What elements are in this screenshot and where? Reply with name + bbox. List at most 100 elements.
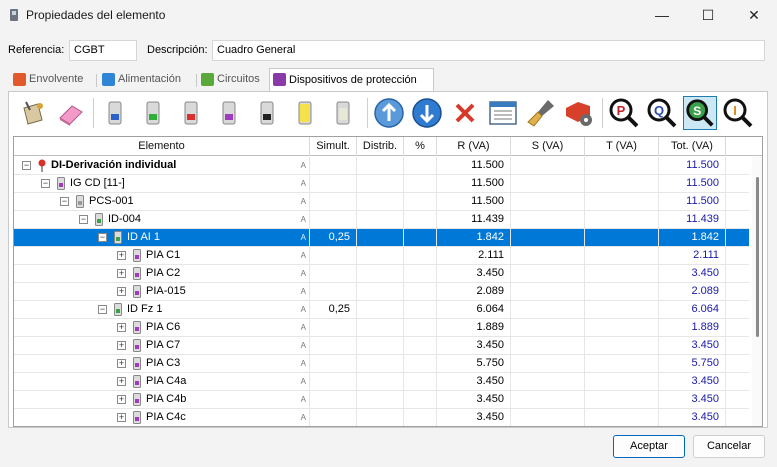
cell-distrib[interactable]: [357, 265, 404, 283]
cell-percent[interactable]: [404, 301, 437, 319]
table-row[interactable]: − ID-004 A 11.439 11.439: [14, 211, 749, 229]
cell-r-va[interactable]: 11.500: [437, 157, 511, 175]
cell-percent[interactable]: [404, 319, 437, 337]
cell-r-va[interactable]: 2.089: [437, 283, 511, 301]
cell-t-va[interactable]: [585, 373, 659, 391]
cell-t-va[interactable]: [585, 355, 659, 373]
cell-distrib[interactable]: [357, 373, 404, 391]
tab-alimentacion[interactable]: Alimentación: [99, 69, 195, 91]
cell-t-va[interactable]: [585, 337, 659, 355]
cell-s-va[interactable]: [511, 175, 585, 193]
close-button[interactable]: ✕: [731, 0, 777, 30]
expand-icon[interactable]: +: [117, 287, 126, 296]
cell-percent[interactable]: [404, 337, 437, 355]
cell-r-va[interactable]: 3.450: [437, 265, 511, 283]
device-black-icon[interactable]: [250, 96, 284, 130]
header-elemento[interactable]: Elemento: [14, 137, 310, 156]
cell-t-va[interactable]: [585, 319, 659, 337]
cell-tot-va[interactable]: 3.450: [659, 391, 726, 409]
device-red-icon[interactable]: [174, 96, 208, 130]
cell-t-va[interactable]: [585, 409, 659, 426]
zoom-i-icon[interactable]: I: [721, 96, 755, 130]
tag-settings-icon[interactable]: [562, 96, 596, 130]
expand-icon[interactable]: +: [117, 341, 126, 350]
device-yellow-icon[interactable]: [288, 96, 322, 130]
cell-simult[interactable]: 0,25: [310, 301, 357, 319]
cell-tot-va[interactable]: 11.439: [659, 211, 726, 229]
cell-t-va[interactable]: [585, 211, 659, 229]
cell-s-va[interactable]: [511, 157, 585, 175]
cell-s-va[interactable]: [511, 409, 585, 426]
cell-simult[interactable]: [310, 373, 357, 391]
zoom-p-icon[interactable]: P: [607, 96, 641, 130]
cell-r-va[interactable]: 1.842: [437, 229, 511, 247]
cell-percent[interactable]: [404, 229, 437, 247]
expand-icon[interactable]: +: [117, 251, 126, 260]
cell-s-va[interactable]: [511, 247, 585, 265]
cell-s-va[interactable]: [511, 373, 585, 391]
cell-distrib[interactable]: [357, 355, 404, 373]
table-row[interactable]: − ID Fz 1 A 0,25 6.064 6.064: [14, 301, 749, 319]
table-row[interactable]: + PIA C1 A 2.111 2.111: [14, 247, 749, 265]
table-row[interactable]: − DI-Derivación individual A 11.500 11.500: [14, 157, 749, 175]
cell-t-va[interactable]: [585, 175, 659, 193]
maximize-button[interactable]: ☐: [685, 0, 731, 30]
cell-simult[interactable]: [310, 409, 357, 426]
expand-icon[interactable]: +: [117, 395, 126, 404]
cell-simult[interactable]: [310, 355, 357, 373]
collapse-icon[interactable]: −: [41, 179, 50, 188]
header-s-va[interactable]: S (VA): [511, 137, 585, 156]
cell-tot-va[interactable]: 3.450: [659, 409, 726, 426]
cell-distrib[interactable]: [357, 157, 404, 175]
scrollbar-thumb[interactable]: [756, 177, 759, 337]
cell-tot-va[interactable]: 6.064: [659, 301, 726, 319]
cell-percent[interactable]: [404, 157, 437, 175]
device-grey-icon[interactable]: [326, 96, 360, 130]
cell-s-va[interactable]: [511, 391, 585, 409]
header-simult[interactable]: Simult.: [310, 137, 357, 156]
device-blue-icon[interactable]: [98, 96, 132, 130]
table-row[interactable]: + PIA-015 A 2.089 2.089: [14, 283, 749, 301]
cell-r-va[interactable]: 11.500: [437, 175, 511, 193]
cell-tot-va[interactable]: 2.111: [659, 247, 726, 265]
collapse-icon[interactable]: −: [98, 233, 107, 242]
collapse-icon[interactable]: −: [60, 197, 69, 206]
cell-tot-va[interactable]: 5.750: [659, 355, 726, 373]
header-t-va[interactable]: T (VA): [585, 137, 659, 156]
cell-percent[interactable]: [404, 391, 437, 409]
tab-dispositivos-proteccion[interactable]: Dispositivos de protección: [269, 68, 434, 92]
cell-s-va[interactable]: [511, 283, 585, 301]
table-row[interactable]: + PIA C7 A 3.450 3.450: [14, 337, 749, 355]
descripcion-input[interactable]: Cuadro General: [212, 40, 765, 61]
cell-simult[interactable]: [310, 391, 357, 409]
cell-percent[interactable]: [404, 247, 437, 265]
cell-t-va[interactable]: [585, 229, 659, 247]
cell-distrib[interactable]: [357, 193, 404, 211]
cell-distrib[interactable]: [357, 391, 404, 409]
collapse-icon[interactable]: −: [79, 215, 88, 224]
cell-simult[interactable]: [310, 175, 357, 193]
cell-r-va[interactable]: 2.111: [437, 247, 511, 265]
cell-distrib[interactable]: [357, 319, 404, 337]
cell-t-va[interactable]: [585, 283, 659, 301]
vertical-scrollbar[interactable]: [752, 157, 762, 426]
cell-percent[interactable]: [404, 355, 437, 373]
cell-simult[interactable]: [310, 337, 357, 355]
cell-distrib[interactable]: [357, 229, 404, 247]
cell-t-va[interactable]: [585, 265, 659, 283]
cell-distrib[interactable]: [357, 301, 404, 319]
cell-distrib[interactable]: [357, 409, 404, 426]
cell-distrib[interactable]: [357, 337, 404, 355]
cell-simult[interactable]: [310, 247, 357, 265]
tab-envolvente[interactable]: Envolvente: [10, 69, 94, 91]
expand-icon[interactable]: +: [117, 269, 126, 278]
cell-t-va[interactable]: [585, 157, 659, 175]
cell-tot-va[interactable]: 11.500: [659, 157, 726, 175]
header-percent[interactable]: %: [404, 137, 437, 156]
cell-percent[interactable]: [404, 409, 437, 426]
cell-s-va[interactable]: [511, 337, 585, 355]
cell-tot-va[interactable]: 1.842: [659, 229, 726, 247]
cell-tot-va[interactable]: 1.889: [659, 319, 726, 337]
cell-t-va[interactable]: [585, 301, 659, 319]
cell-simult[interactable]: [310, 283, 357, 301]
